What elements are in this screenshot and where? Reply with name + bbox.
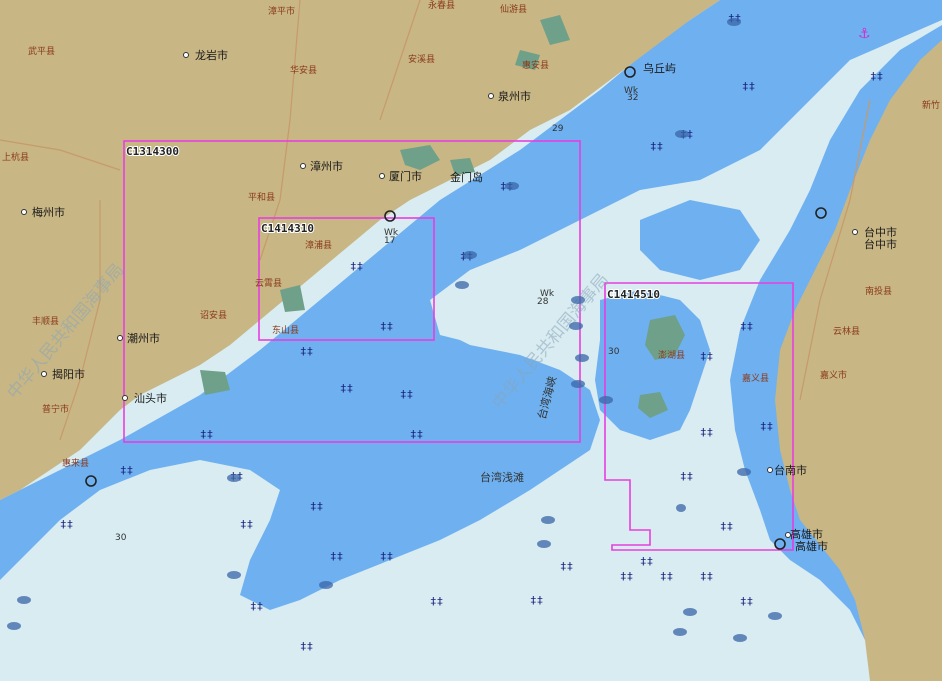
city-taizhong-en: 台中市 [864,225,897,239]
svg-text:‡‡: ‡‡ [350,260,363,273]
county-jiayixian: 嘉义县 [742,372,769,384]
county-xianyou: 仙游县 [500,3,527,15]
city-taizhong: 台中市 [864,237,897,251]
county-jiayi: 嘉义市 [820,369,847,381]
svg-text:‡‡: ‡‡ [300,640,313,653]
svg-text:‡‡: ‡‡ [200,428,213,441]
county-penghu: 澎湖县 [658,349,685,361]
city-quanzhou: 泉州市 [498,89,531,103]
county-shanghang: 上杭县 [2,151,29,163]
svg-text:‡‡: ‡‡ [410,428,423,441]
county-dongshan: 东山县 [272,324,299,336]
county-yongchun: 永春县 [428,0,455,11]
svg-text:‡‡: ‡‡ [620,570,633,583]
svg-text:‡‡: ‡‡ [700,350,713,363]
svg-text:‡‡: ‡‡ [680,470,693,483]
city-jieyang: 揭阳市 [52,367,85,381]
svg-text:‡‡: ‡‡ [380,550,393,563]
svg-text:‡‡: ‡‡ [560,560,573,573]
svg-text:‡‡: ‡‡ [700,570,713,583]
cell-label-c1414510[interactable]: C1414510 [606,287,661,302]
county-xinzhu: 新竹 [922,99,940,111]
depth-30-b: 30 [115,533,127,543]
svg-text:‡‡: ‡‡ [380,320,393,333]
city-longyan: 龙岩市 [195,48,228,62]
city-tainan: 台南市 [774,463,807,477]
wreck-label-1: Wk [540,289,555,299]
city-gaoxiong-en: 高雄市 [790,527,823,541]
place-wuqiu: 乌丘屿 [643,61,676,75]
svg-text:‡‡: ‡‡ [650,140,663,153]
svg-text:‡‡: ‡‡ [870,70,883,83]
svg-text:‡‡: ‡‡ [250,600,263,613]
svg-text:‡‡: ‡‡ [742,80,755,93]
city-chaozhou: 潮州市 [127,331,160,345]
svg-text:‡‡: ‡‡ [300,345,313,358]
cell-label-c1414310[interactable]: C1414310 [260,221,315,236]
cell-label-c1314300[interactable]: C1314300 [125,144,180,159]
county-zhangping: 漳平市 [268,5,295,17]
wreck-label-3: Wk [624,86,639,96]
city-meizhou: 梅州市 [32,205,65,219]
county-zhaoan: 诏安县 [200,309,227,321]
county-pinghe: 平和县 [248,192,275,203]
county-yunxiao: 云霄县 [255,278,282,289]
city-gaoxiong: 高雄市 [795,539,828,553]
svg-text:‡‡: ‡‡ [60,518,73,531]
svg-text:‡‡: ‡‡ [530,594,543,607]
place-jinmen: 金门岛 [450,170,483,184]
svg-text:‡‡: ‡‡ [310,500,323,513]
county-puning: 普宁市 [42,403,69,415]
svg-text:‡‡: ‡‡ [700,426,713,439]
svg-text:‡‡: ‡‡ [740,595,753,608]
depth-29: 29 [552,124,564,134]
city-xiamen: 厦门市 [389,169,422,183]
svg-text:‡‡: ‡‡ [660,570,673,583]
county-huaan: 华安县 [290,64,317,76]
svg-text:‡‡: ‡‡ [640,555,653,568]
county-zhangpu: 漳浦县 [305,239,332,251]
county-nantou: 南投县 [865,285,892,297]
county-anxi: 安溪县 [408,53,435,65]
county-yunlin: 云林县 [833,325,860,337]
wreck-label-2: Wk [384,228,399,238]
svg-text:‡‡: ‡‡ [430,595,443,608]
county-huilai: 惠来县 [62,457,89,469]
svg-text:‡‡: ‡‡ [120,464,133,477]
city-shantou: 汕头市 [134,391,167,405]
county-huian: 惠安县 [522,59,549,71]
place-taiwan-shoal: 台湾浅滩 [480,470,524,484]
svg-text:‡‡: ‡‡ [720,520,733,533]
city-zhangzhou: 漳州市 [310,159,343,173]
svg-text:‡‡: ‡‡ [330,550,343,563]
svg-text:‡‡: ‡‡ [340,382,353,395]
svg-text:‡‡: ‡‡ [740,320,753,333]
svg-text:‡‡: ‡‡ [760,420,773,433]
anchor-icon: ⚓ [858,26,871,42]
svg-text:‡‡: ‡‡ [240,518,253,531]
nautical-chart-map[interactable]: 中华人民共和国海事局 中华人民共和国海事局 C1314300 C1414310 … [0,0,942,681]
county-fengshun: 丰顺县 [32,315,59,327]
county-wuping: 武平县 [28,45,55,57]
depth-30-a: 30 [608,347,620,357]
svg-text:‡‡: ‡‡ [400,388,413,401]
